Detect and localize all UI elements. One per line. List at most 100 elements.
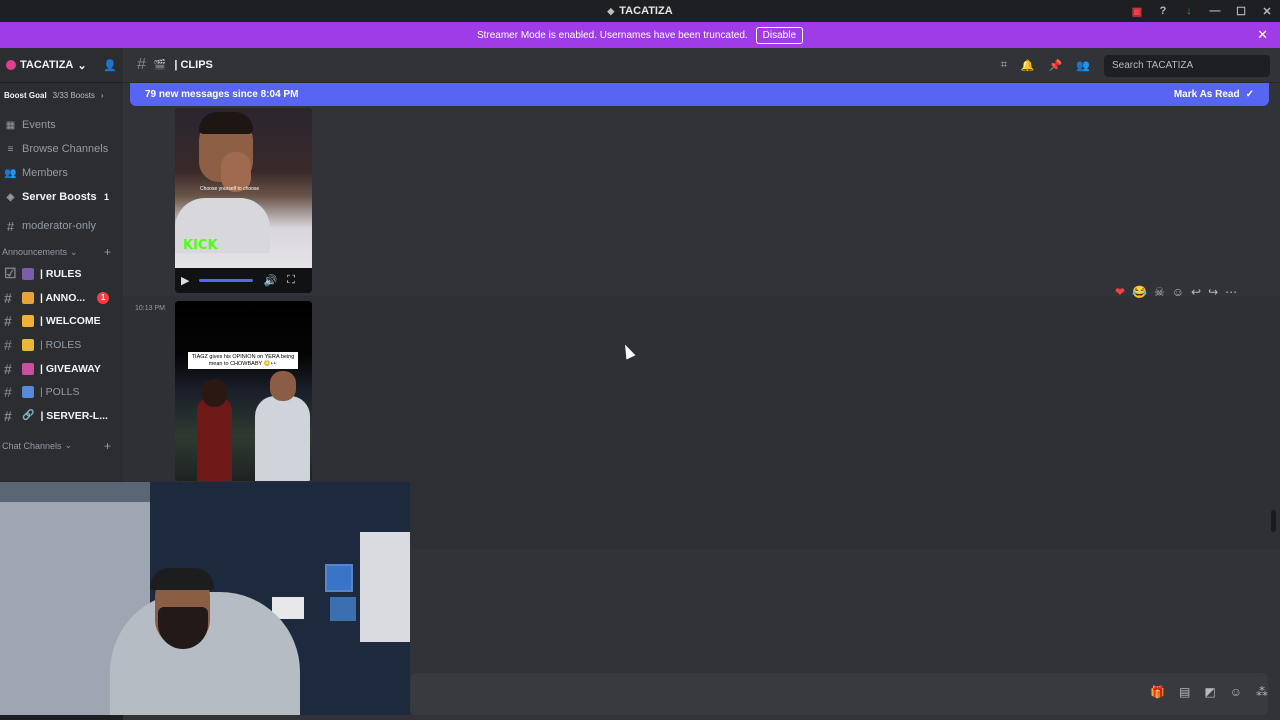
new-messages-bar[interactable]: 79 new messages since 8:04 PM Mark As Re…: [130, 83, 1269, 106]
channel-label: | POLLS: [40, 386, 80, 399]
category-announcements[interactable]: Announcements ⌄ +: [0, 242, 123, 262]
disable-streamer-mode-button[interactable]: Disable: [755, 26, 804, 44]
mark-read-icon: ✓: [1245, 89, 1254, 100]
more-icon[interactable]: ⋯: [1225, 285, 1237, 299]
play-icon[interactable]: ▶: [181, 274, 189, 287]
banner-text: Streamer Mode is enabled. Usernames have…: [476, 29, 748, 41]
help-icon[interactable]: ?: [1150, 0, 1176, 22]
boost-goal-label: Boost Goal: [4, 90, 47, 100]
heart-reaction-icon[interactable]: ❤: [1115, 285, 1125, 299]
channel-label: | RULES: [40, 267, 82, 280]
video-attachment[interactable]: TIAGZ gives his OPINION on YERA being me…: [175, 301, 312, 481]
gift-icon[interactable]: 🎁: [1150, 685, 1165, 699]
video-progress[interactable]: [199, 279, 254, 282]
members-list-icon[interactable]: 👥: [1076, 59, 1090, 72]
nav-browse-channels[interactable]: ≡ Browse Channels: [0, 137, 123, 161]
clapper-emoji-icon: 🎬: [153, 59, 167, 71]
video-attachment[interactable]: Choose yourself to choose KICK ▶ 🔊 ⛶: [175, 108, 312, 293]
bell-icon[interactable]: 🔔: [1021, 59, 1035, 72]
message-actions-toolbar: ❤ 😂 ☠ ☺ ↩ ↪ ⋯: [1115, 283, 1237, 301]
pin-icon[interactable]: 📌: [1049, 59, 1063, 72]
channel-label: | GIVEAWAY: [40, 362, 101, 375]
app-logo-icon: ◆: [607, 5, 615, 16]
message-composer[interactable]: 🎁 ▤ ◩ ☺ ⁂: [410, 673, 1268, 715]
nav-events[interactable]: ▦ Events: [0, 113, 123, 137]
minimize-button[interactable]: —: [1202, 0, 1228, 22]
window-titlebar: ◆ TACATIZA ▣ ? ↓ — ☐ ✕: [0, 0, 1280, 22]
nav-label: moderator-only: [22, 220, 96, 232]
channel-roles[interactable]: # | ROLES: [0, 333, 123, 357]
channel-moderator-only[interactable]: # moderator-only: [0, 214, 123, 238]
category-label: Announcements: [2, 247, 68, 257]
download-icon[interactable]: ↓: [1176, 0, 1202, 22]
new-messages-text: 79 new messages since 8:04 PM: [145, 89, 299, 100]
video-thumbnail[interactable]: TIAGZ gives his OPINION on YERA being me…: [175, 301, 312, 481]
nav-server-boosts[interactable]: ◈ Server Boosts 1: [0, 185, 123, 209]
members-icon: 👥: [4, 167, 17, 179]
nav-label: Server Boosts: [22, 191, 97, 203]
webcam-overlay: [0, 482, 410, 715]
volume-icon[interactable]: 🔊: [263, 274, 277, 287]
megaphone-emoji-icon: [22, 291, 34, 304]
composer-tools: 🎁 ▤ ◩ ☺ ⁂: [1150, 685, 1268, 699]
hash-icon: #: [6, 218, 15, 234]
forward-icon[interactable]: ↪: [1208, 285, 1218, 299]
channel-rules[interactable]: ☑ | RULES: [0, 262, 123, 286]
mention-badge: 1: [97, 291, 110, 304]
add-channel-icon[interactable]: +: [104, 439, 111, 453]
close-icon[interactable]: ✕: [1257, 27, 1268, 43]
hash-icon: #: [4, 289, 12, 306]
add-member-icon[interactable]: 👤: [103, 59, 117, 72]
channel-server-links[interactable]: # 🔗 | SERVER-L...: [0, 404, 123, 428]
category-label: Chat Channels: [2, 440, 62, 451]
close-window-button[interactable]: ✕: [1254, 0, 1280, 22]
channel-label: | ROLES: [40, 338, 82, 351]
hash-icon: #: [4, 360, 12, 377]
nav-label: Events: [22, 119, 56, 131]
video-thumbnail[interactable]: Choose yourself to choose KICK: [175, 108, 312, 268]
channel-title: | CLIPS: [174, 59, 213, 71]
hash-icon: #: [4, 384, 12, 401]
emoji-icon[interactable]: ☺: [1230, 685, 1242, 699]
laugh-reaction-icon[interactable]: 😂: [1132, 285, 1147, 299]
boost-goal-bar[interactable]: Boost Goal 3/33 Boosts ›: [0, 83, 123, 107]
server-icon: [6, 60, 16, 70]
search-input[interactable]: [1104, 54, 1270, 77]
message-timestamp: 10:13 PM: [135, 305, 165, 312]
mark-as-read-button[interactable]: Mark As Read: [1174, 89, 1240, 100]
threads-icon[interactable]: ⌗: [1001, 59, 1007, 72]
maximize-button[interactable]: ☐: [1228, 0, 1254, 22]
scroll-emoji-icon: [22, 267, 34, 280]
sticker-icon[interactable]: ◩: [1204, 685, 1215, 699]
streamer-mode-banner: Streamer Mode is enabled. Usernames have…: [0, 22, 1280, 48]
browse-icon: ≡: [7, 143, 14, 155]
hash-icon: #: [137, 56, 146, 73]
kick-logo: KICK: [183, 238, 218, 253]
folder-emoji-icon: [22, 338, 34, 351]
wave-emoji-icon: [22, 315, 34, 328]
category-chat-channels[interactable]: Chat Channels ⌄ +: [0, 436, 123, 456]
apps-icon[interactable]: ⁂: [1256, 685, 1268, 699]
chevron-down-icon: ⌄: [77, 59, 87, 72]
nav-members[interactable]: 👥 Members: [0, 161, 123, 185]
scrollbar[interactable]: [1271, 510, 1276, 532]
server-header[interactable]: TACATIZA ⌄ 👤: [0, 48, 123, 83]
video-controls: ▶ 🔊 ⛶: [175, 268, 312, 293]
add-channel-icon[interactable]: +: [104, 245, 111, 259]
reply-icon[interactable]: ↩: [1191, 285, 1201, 299]
calendar-icon: ▦: [5, 119, 16, 131]
header-toolbar: ⌗ 🔔 📌 👥: [1001, 48, 1270, 83]
channel-announcements[interactable]: # | ANNO... 1: [0, 286, 123, 310]
screen-share-icon[interactable]: ▣: [1124, 0, 1150, 22]
channel-sidebar: TACATIZA ⌄ 👤 Boost Goal 3/33 Boosts › ▦ E…: [0, 48, 123, 482]
skull-reaction-icon[interactable]: ☠: [1154, 285, 1165, 299]
chevron-down-icon: ⌄: [64, 440, 73, 451]
channel-label: | SERVER-L...: [40, 409, 108, 422]
channel-giveaway[interactable]: # | GIVEAWAY: [0, 357, 123, 381]
add-reaction-icon[interactable]: ☺: [1172, 285, 1184, 299]
channel-welcome[interactable]: # | WELCOME: [0, 309, 123, 333]
fullscreen-icon[interactable]: ⛶: [287, 274, 295, 287]
channel-polls[interactable]: # | POLLS: [0, 380, 123, 404]
gif-icon[interactable]: ▤: [1179, 685, 1190, 699]
hash-icon: #: [4, 407, 12, 424]
